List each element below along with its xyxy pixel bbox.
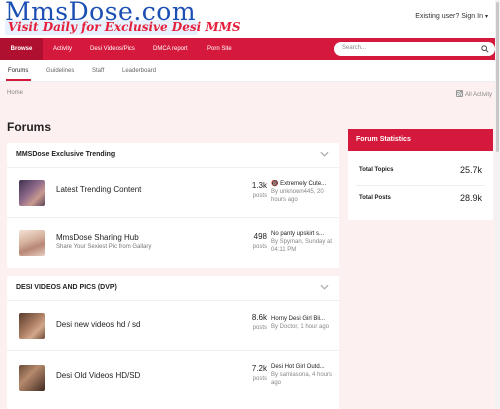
nav-dmca-report[interactable]: DMCA report [153,38,188,60]
search-input[interactable]: Search... [342,45,366,51]
forum-thumbnail [19,230,45,256]
active-tab-underline [6,79,31,81]
main-nav: Browse Activity Desi Videos/Pics DMCA re… [0,38,500,60]
forum-row[interactable]: Desi new videos hd / sd 8.6k posts Horny… [7,300,339,350]
last-post-meta: By Doctor, 1 hour ago [271,324,330,330]
forum-title[interactable]: MmsDose Sharing Hub [56,233,139,242]
subnav-forums[interactable]: Forums [8,68,28,74]
search-box[interactable]: Search... [334,42,495,56]
chevron-down-icon: ▾ [484,14,488,20]
forum-description: Share Your Sexiest Pic from Gallary [56,244,152,250]
post-count-label: posts [252,325,267,331]
total-posts-value: 28.9k [459,193,482,203]
post-count-label: posts [252,193,267,199]
post-count: 1.3k [251,181,267,190]
all-activity-label: All Activity [464,92,492,98]
last-post-title[interactable]: Horny Desi Girl Bli... [271,315,337,323]
last-post-title[interactable]: Desi Hot Girl Outd... [271,363,337,371]
last-post-meta: By unknown445, 20 hours ago [271,189,324,203]
nav-browse[interactable]: Browse [0,38,43,60]
last-post-title[interactable]: No panty upskirt s... [271,230,337,238]
forum-row[interactable]: MmsDose Sharing Hub Share Your Sexiest P… [7,217,339,267]
sub-nav: Forums Guidelines Staff Leaderboard [0,60,500,82]
forum-section-trending: MMSDose Exclusive Trending Latest Trendi… [7,143,339,268]
forum-section-desi-videos: DESI VIDEOS AND PICS (DVP) Desi new vide… [7,276,339,409]
subnav-leaderboard[interactable]: Leaderboard [122,68,156,74]
forum-thumbnail [19,313,45,339]
total-topics-label: Total Topics [359,167,394,173]
breadcrumb-home[interactable]: Home [7,90,23,96]
page-scrollbar[interactable] [495,0,500,409]
search-icon[interactable] [481,45,489,53]
forum-title[interactable]: Latest Trending Content [56,185,141,194]
section-title[interactable]: DESI VIDEOS AND PICS (DVP) [16,284,117,291]
subnav-staff[interactable]: Staff [92,68,104,74]
forum-title[interactable]: Desi new videos hd / sd [56,320,141,329]
total-posts-label: Total Posts [359,195,391,201]
rss-icon [455,90,463,97]
sign-in-link[interactable]: Existing user? Sign In ▾ [415,13,488,20]
forum-thumbnail [19,365,45,391]
forum-row[interactable]: Desi Old Videos HD/SD 7.2k posts Desi Ho… [7,350,339,400]
stats-header: Forum Statistics [348,129,493,151]
nav-porn-site[interactable]: Porn Site [207,38,232,60]
site-header: MmsDose.com Visit Daily for Exclusive De… [0,0,500,38]
total-topics-value: 25.7k [459,165,482,175]
post-count-label: posts [252,376,267,382]
post-count: 7.2k [251,364,267,373]
subnav-guidelines[interactable]: Guidelines [46,68,74,74]
chevron-down-icon[interactable] [320,151,329,157]
forum-title[interactable]: Desi Old Videos HD/SD [56,371,140,380]
page-title: Forums [7,120,52,134]
forum-row[interactable]: Latest Trending Content 1.3k posts 🔞 Ext… [7,167,339,217]
last-post-meta: By samiasona, 4 hours ago [271,372,333,386]
nav-desi-videos[interactable]: Desi Videos/Pics [90,38,135,60]
stats-title: Forum Statistics [356,136,411,143]
chevron-down-icon[interactable] [320,284,329,290]
last-post-title[interactable]: 🔞 Extremely Cute... [271,180,337,188]
post-count-label: posts [252,244,267,250]
post-count: 8.6k [251,313,267,322]
section-header: DESI VIDEOS AND PICS (DVP) [7,276,339,300]
section-header: MMSDose Exclusive Trending [7,143,339,167]
all-activity-link[interactable]: All Activity [455,90,492,98]
scrollbar-thumb[interactable] [496,2,499,152]
sign-in-label: Existing user? Sign In [415,13,483,20]
post-count: 498 [253,232,267,241]
logo-tagline: Visit Daily for Exclusive Desi MMS [8,20,241,34]
last-post-meta: By Spyman, Sunday at 04:11 PM [271,239,333,253]
site-logo[interactable]: MmsDose.com Visit Daily for Exclusive De… [5,0,241,35]
forum-thumbnail [19,180,45,206]
stats-divider [356,185,485,186]
section-title[interactable]: MMSDose Exclusive Trending [16,151,115,158]
nav-activity[interactable]: Activity [53,38,72,60]
forum-statistics-panel: Forum Statistics Total Topics 25.7k Tota… [348,129,493,220]
